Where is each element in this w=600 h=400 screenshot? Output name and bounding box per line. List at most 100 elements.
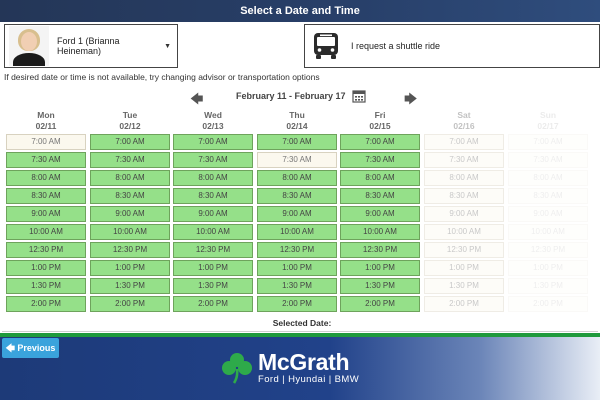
time-slot-available[interactable]: 7:00 AM: [90, 134, 170, 150]
time-slot-available[interactable]: 1:00 PM: [173, 260, 253, 276]
chevron-down-icon: ▼: [164, 42, 171, 50]
time-slot-available[interactable]: 8:30 AM: [340, 188, 420, 204]
day-name: Wed: [204, 110, 222, 120]
day-column-thu: Thu 02/14 7:00 AM 7:30 AM 8:00 AM 8:30 AM 9:00…: [257, 110, 337, 314]
time-slot-unavailable: 7:30 AM: [424, 152, 504, 168]
time-slot-available[interactable]: 1:30 PM: [6, 278, 86, 294]
day-date: 02/14: [286, 121, 308, 131]
time-slot-available[interactable]: 8:30 AM: [257, 188, 337, 204]
time-slot-available[interactable]: 1:30 PM: [173, 278, 253, 294]
time-slot-available[interactable]: 1:00 PM: [6, 260, 86, 276]
time-slot-available[interactable]: 2:00 PM: [173, 296, 253, 312]
transport-select[interactable]: I request a shuttle ride: [304, 24, 600, 68]
avatar: [9, 26, 49, 66]
page-title: Select a Date and Time: [240, 5, 360, 17]
time-slot-available[interactable]: 12:30 PM: [257, 242, 337, 258]
day-column-sun: Sun 02/17 7:00 AM 7:30 AM 8:00 AM 8:30 AM 9:00…: [508, 110, 588, 314]
time-slot-unavailable: 10:00 AM: [508, 224, 588, 240]
availability-hint: If desired date or time is not available…: [4, 72, 320, 82]
time-slot-unavailable: 7:30 AM: [508, 152, 588, 168]
time-slot-available[interactable]: 7:30 AM: [173, 152, 253, 168]
time-slot-available[interactable]: 10:00 AM: [90, 224, 170, 240]
day-column-sat: Sat 02/16 7:00 AM 7:30 AM 8:00 AM 8:30 AM 9:00…: [424, 110, 504, 314]
time-slot-available[interactable]: 7:00 AM: [340, 134, 420, 150]
advisor-select[interactable]: Ford 1 (Brianna Heineman) ▼: [4, 24, 178, 68]
time-slot-grid: Mon 02/11 7:00 AM 7:30 AM 8:00 AM 8:30 AM 9:00…: [4, 110, 600, 315]
time-slot-available[interactable]: 12:30 PM: [6, 242, 86, 258]
day-date: 02/15: [369, 121, 391, 131]
calendar-icon[interactable]: [352, 89, 366, 103]
time-slot-unavailable: 7:00 AM: [6, 134, 86, 150]
time-slot-available[interactable]: 8:00 AM: [173, 170, 253, 186]
day-name: Sun: [539, 110, 557, 120]
time-slot-available[interactable]: 12:30 PM: [340, 242, 420, 258]
time-slot-available[interactable]: 7:30 AM: [340, 152, 420, 168]
time-slot-available[interactable]: 1:00 PM: [257, 260, 337, 276]
time-slot-available[interactable]: 12:30 PM: [173, 242, 253, 258]
time-slot-available[interactable]: 8:00 AM: [257, 170, 337, 186]
footer-stripe: [0, 333, 600, 337]
previous-button[interactable]: 🡄 Previous: [2, 338, 59, 358]
time-slot-available[interactable]: 12:30 PM: [90, 242, 170, 258]
time-slot-unavailable: 7:30 AM: [257, 152, 337, 168]
time-slot-available[interactable]: 2:00 PM: [340, 296, 420, 312]
time-slot-available[interactable]: 10:00 AM: [173, 224, 253, 240]
time-slot-available[interactable]: 8:30 AM: [6, 188, 86, 204]
page-header: Select a Date and Time: [0, 0, 600, 22]
day-column-wed: Wed 02/13 7:00 AM 7:30 AM 8:00 AM 8:30 AM 9:00…: [173, 110, 253, 314]
time-slot-unavailable: 1:00 PM: [424, 260, 504, 276]
day-name: Fri: [374, 110, 386, 120]
day-name: Mon: [37, 110, 55, 120]
time-slot-available[interactable]: 8:00 AM: [90, 170, 170, 186]
next-week-icon[interactable]: 🡆: [404, 90, 417, 112]
prev-week-icon[interactable]: 🡄: [190, 90, 203, 112]
time-slot-unavailable: 7:00 AM: [508, 134, 588, 150]
time-slot-available[interactable]: 7:00 AM: [257, 134, 337, 150]
time-slot-unavailable: 2:00 PM: [424, 296, 504, 312]
day-date: 02/13: [202, 121, 224, 131]
day-date: 02/12: [119, 121, 141, 131]
time-slot-available[interactable]: 2:00 PM: [90, 296, 170, 312]
time-slot-unavailable: 8:30 AM: [424, 188, 504, 204]
day-column-fri: Fri 02/15 7:00 AM 7:30 AM 8:00 AM 8:30 AM 9:00…: [340, 110, 420, 314]
transport-label: I request a shuttle ride: [351, 41, 441, 51]
time-slot-available[interactable]: 10:00 AM: [340, 224, 420, 240]
time-slot-unavailable: 8:00 AM: [424, 170, 504, 186]
time-slot-available[interactable]: 2:00 PM: [6, 296, 86, 312]
time-slot-available[interactable]: 9:00 AM: [90, 206, 170, 222]
time-slot-available[interactable]: 2:00 PM: [257, 296, 337, 312]
time-slot-available[interactable]: 1:00 PM: [90, 260, 170, 276]
time-slot-available[interactable]: 7:30 AM: [6, 152, 86, 168]
time-slot-available[interactable]: 1:30 PM: [257, 278, 337, 294]
time-slot-available[interactable]: 9:00 AM: [6, 206, 86, 222]
day-header: Mon 02/11: [6, 110, 86, 134]
time-slot-unavailable: 12:30 PM: [508, 242, 588, 258]
time-slot-available[interactable]: 1:30 PM: [340, 278, 420, 294]
day-name: Thu: [289, 110, 305, 120]
arrow-left-icon: 🡄: [5, 343, 15, 353]
time-slot-available[interactable]: 8:00 AM: [6, 170, 86, 186]
brand-subtitle: Ford | Hyundai | BMW: [258, 374, 360, 385]
day-column-tue: Tue 02/12 7:00 AM 7:30 AM 8:00 AM 8:30 AM 9:00…: [90, 110, 170, 314]
time-slot-available[interactable]: 1:30 PM: [90, 278, 170, 294]
shamrock-icon: [222, 352, 252, 384]
time-slot-unavailable: 1:00 PM: [508, 260, 588, 276]
time-slot-available[interactable]: 9:00 AM: [173, 206, 253, 222]
scheduler-panel: Ford 1 (Brianna Heineman) ▼ I request a …: [2, 22, 600, 332]
time-slot-available[interactable]: 10:00 AM: [257, 224, 337, 240]
time-slot-available[interactable]: 7:30 AM: [90, 152, 170, 168]
time-slot-available[interactable]: 7:00 AM: [173, 134, 253, 150]
time-slot-available[interactable]: 1:00 PM: [340, 260, 420, 276]
selected-date-label: Selected Date:: [272, 318, 332, 328]
time-slot-unavailable: 8:30 AM: [508, 188, 588, 204]
day-header: Sat 02/16: [424, 110, 504, 134]
time-slot-available[interactable]: 8:00 AM: [340, 170, 420, 186]
time-slot-available[interactable]: 10:00 AM: [6, 224, 86, 240]
day-header: Tue 02/12: [90, 110, 170, 134]
time-slot-available[interactable]: 8:30 AM: [90, 188, 170, 204]
day-header: Sun 02/17: [508, 110, 588, 134]
time-slot-available[interactable]: 8:30 AM: [173, 188, 253, 204]
time-slot-unavailable: 8:00 AM: [508, 170, 588, 186]
time-slot-available[interactable]: 9:00 AM: [257, 206, 337, 222]
time-slot-available[interactable]: 9:00 AM: [340, 206, 420, 222]
